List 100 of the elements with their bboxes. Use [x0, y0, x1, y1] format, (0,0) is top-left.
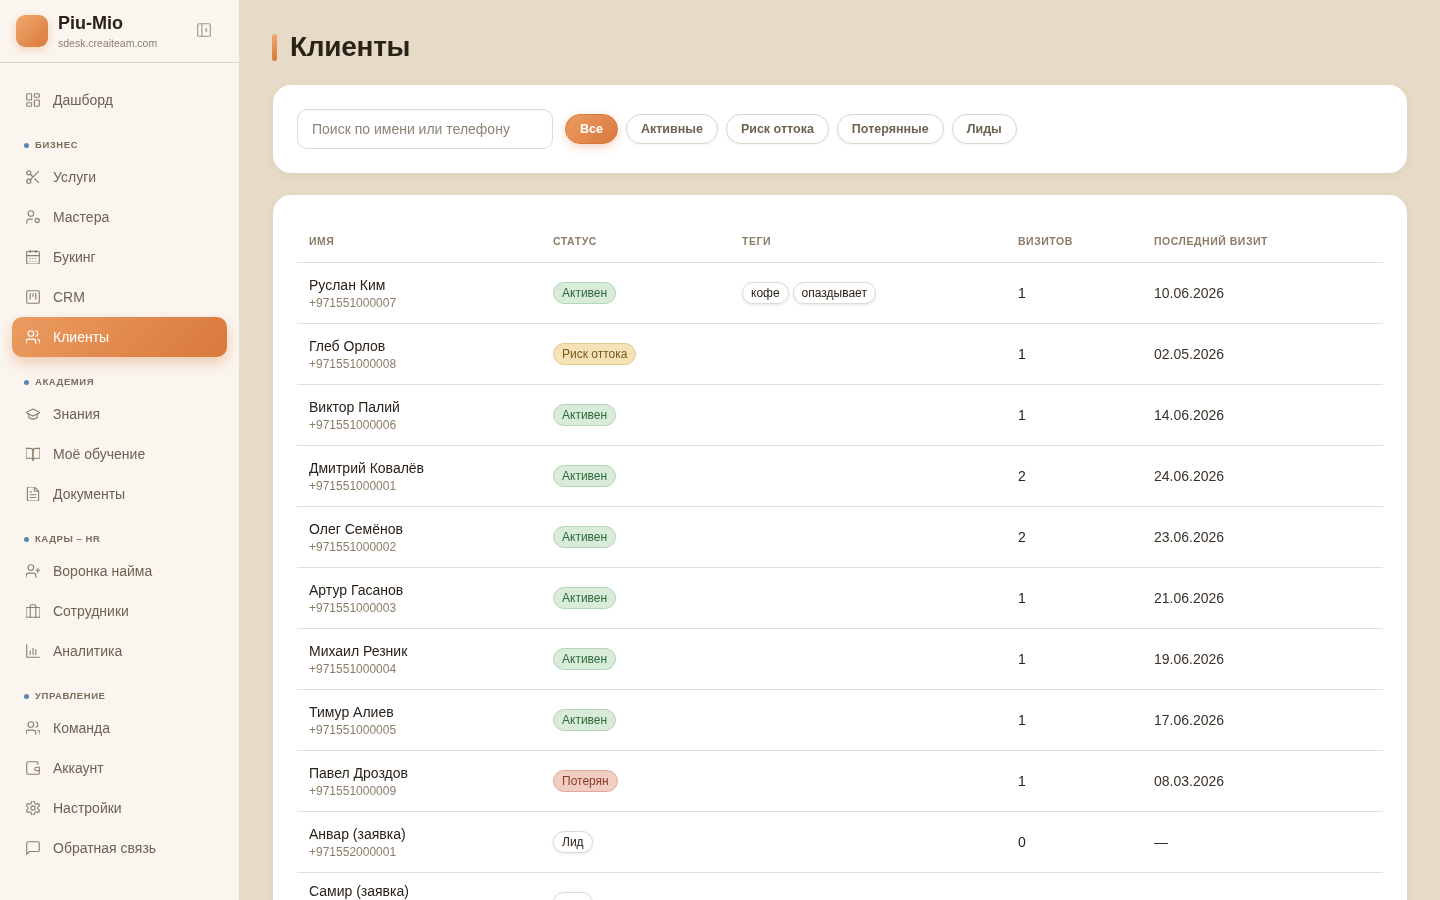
user-plus-icon — [26, 564, 40, 578]
book-icon — [26, 447, 40, 461]
grid-icon — [26, 93, 40, 107]
client-name: Анвар (заявка) — [309, 824, 406, 843]
client-name: Самир (заявка) — [309, 882, 409, 900]
client-phone: +971551000007 — [309, 294, 397, 311]
section-title: БИЗНЕС — [35, 139, 79, 151]
status-badge: Активен — [553, 648, 617, 670]
settings-icon — [26, 801, 40, 815]
nav-item[interactable]: Букинг — [12, 237, 227, 277]
last-visit-date: — — [1154, 834, 1168, 850]
nav-item[interactable]: Моё обучение — [12, 434, 227, 474]
document-icon — [26, 487, 40, 501]
client-name: Глеб Орлов — [309, 336, 386, 355]
wallet-icon — [26, 761, 40, 775]
client-name: Дмитрий Ковалёв — [309, 458, 425, 477]
status-badge: Активен — [553, 526, 617, 548]
last-visit-date: 17.06.2026 — [1154, 712, 1225, 728]
section-dot-icon — [24, 379, 29, 385]
client-name: Михаил Резник — [309, 641, 408, 660]
nav-item[interactable]: Аккаунт — [12, 748, 227, 788]
briefcase-icon — [26, 604, 40, 618]
graduation-cap-icon — [26, 407, 40, 421]
calendar-icon — [26, 250, 40, 264]
column-header: ПОСЛЕДНИЙ ВИЗИТ — [1154, 235, 1269, 247]
status-badge: Активен — [553, 282, 617, 304]
scissors-icon — [26, 170, 40, 184]
last-visit-date: 02.05.2026 — [1154, 346, 1225, 362]
nav-item[interactable]: Мастера — [12, 197, 227, 237]
nav-item[interactable]: Аналитика — [12, 631, 227, 671]
client-name: Руслан Ким — [309, 275, 386, 294]
nav-item[interactable]: Настройки — [12, 788, 227, 828]
filter-chip[interactable]: Риск оттока — [725, 114, 829, 144]
tag-chip: опаздывает — [792, 282, 876, 304]
client-phone: +971551000006 — [309, 416, 397, 433]
search-field[interactable]: Поиск по имени или телефону — [297, 109, 553, 149]
last-visit-date: 24.06.2026 — [1154, 468, 1225, 484]
tag-chip: кофе — [742, 282, 789, 304]
visits-count: 0 — [1018, 834, 1026, 850]
visits-count: 1 — [1018, 773, 1026, 789]
filter-chip[interactable]: Потерянные — [836, 114, 944, 144]
client-name: Тимур Алиев — [309, 702, 394, 721]
client-phone: +971551000003 — [309, 599, 397, 616]
last-visit-date: 23.06.2026 — [1154, 529, 1225, 545]
nav-item[interactable]: Обратная связь — [12, 828, 227, 868]
section-dot-icon — [24, 536, 29, 542]
status-badge: Потерян — [553, 770, 618, 792]
title-accent-icon — [272, 33, 277, 61]
visits-count: 2 — [1018, 529, 1026, 545]
page-title: Клиенты — [290, 30, 411, 64]
person-icon — [26, 210, 40, 224]
section-dot-icon — [24, 693, 29, 699]
status-badge: Лид — [553, 831, 593, 853]
visits-count: 1 — [1018, 285, 1026, 301]
client-phone: +971551000009 — [309, 782, 397, 799]
last-visit-date: 19.06.2026 — [1154, 651, 1225, 667]
column-header: ИМЯ — [309, 235, 335, 247]
nav-item[interactable]: CRM — [12, 277, 227, 317]
client-phone: +971551000005 — [309, 721, 397, 738]
visits-count: 1 — [1018, 590, 1026, 606]
status-badge: Активен — [553, 587, 617, 609]
status-badge: Активен — [553, 709, 617, 731]
nav-item[interactable]: Команда — [12, 708, 227, 748]
users-icon — [26, 721, 40, 735]
section-title: УПРАВЛЕНИЕ — [35, 690, 106, 702]
section-dot-icon — [24, 142, 29, 148]
nav-item[interactable]: Знания — [12, 394, 227, 434]
panel-toggle-icon[interactable] — [197, 23, 211, 37]
nav-item[interactable]: Услуги — [12, 157, 227, 197]
column-header: ТЕГИ — [742, 235, 772, 247]
last-visit-date: 14.06.2026 — [1154, 407, 1225, 423]
client-name: Олег Семёнов — [309, 519, 403, 538]
board-icon — [26, 290, 40, 304]
bar-chart-icon — [26, 644, 40, 658]
section-title: АКАДЕМИЯ — [35, 376, 95, 388]
client-phone: +971552000001 — [309, 843, 397, 860]
client-phone: +971551000002 — [309, 538, 397, 555]
speech-bubble-icon — [26, 841, 40, 855]
status-badge: Активен — [553, 465, 617, 487]
nav-item[interactable]: Сотрудники — [12, 591, 227, 631]
nav-item[interactable]: Документы — [12, 474, 227, 514]
filter-chip[interactable]: Активные — [625, 114, 718, 144]
client-name: Виктор Палий — [309, 397, 400, 416]
column-header: ВИЗИТОВ — [1018, 235, 1073, 247]
section-title: КАДРЫ – HR — [35, 533, 101, 545]
last-visit-date: 08.03.2026 — [1154, 773, 1225, 789]
column-header: СТАТУС — [553, 235, 597, 247]
filter-chip[interactable]: Лиды — [951, 114, 1017, 144]
nav-item[interactable]: Воронка найма — [12, 551, 227, 591]
visits-count: 1 — [1018, 407, 1026, 423]
users-icon — [26, 330, 40, 344]
client-phone: +971551000004 — [309, 660, 397, 677]
client-phone: +971551000001 — [309, 477, 397, 494]
logo-icon — [16, 15, 48, 47]
nav-item[interactable]: Дашборд — [12, 80, 227, 120]
brand-name: Piu-Mio — [58, 12, 123, 34]
visits-count: 1 — [1018, 651, 1026, 667]
visits-count: 2 — [1018, 468, 1026, 484]
client-phone: +971551000008 — [309, 355, 397, 372]
visits-count: 1 — [1018, 346, 1026, 362]
